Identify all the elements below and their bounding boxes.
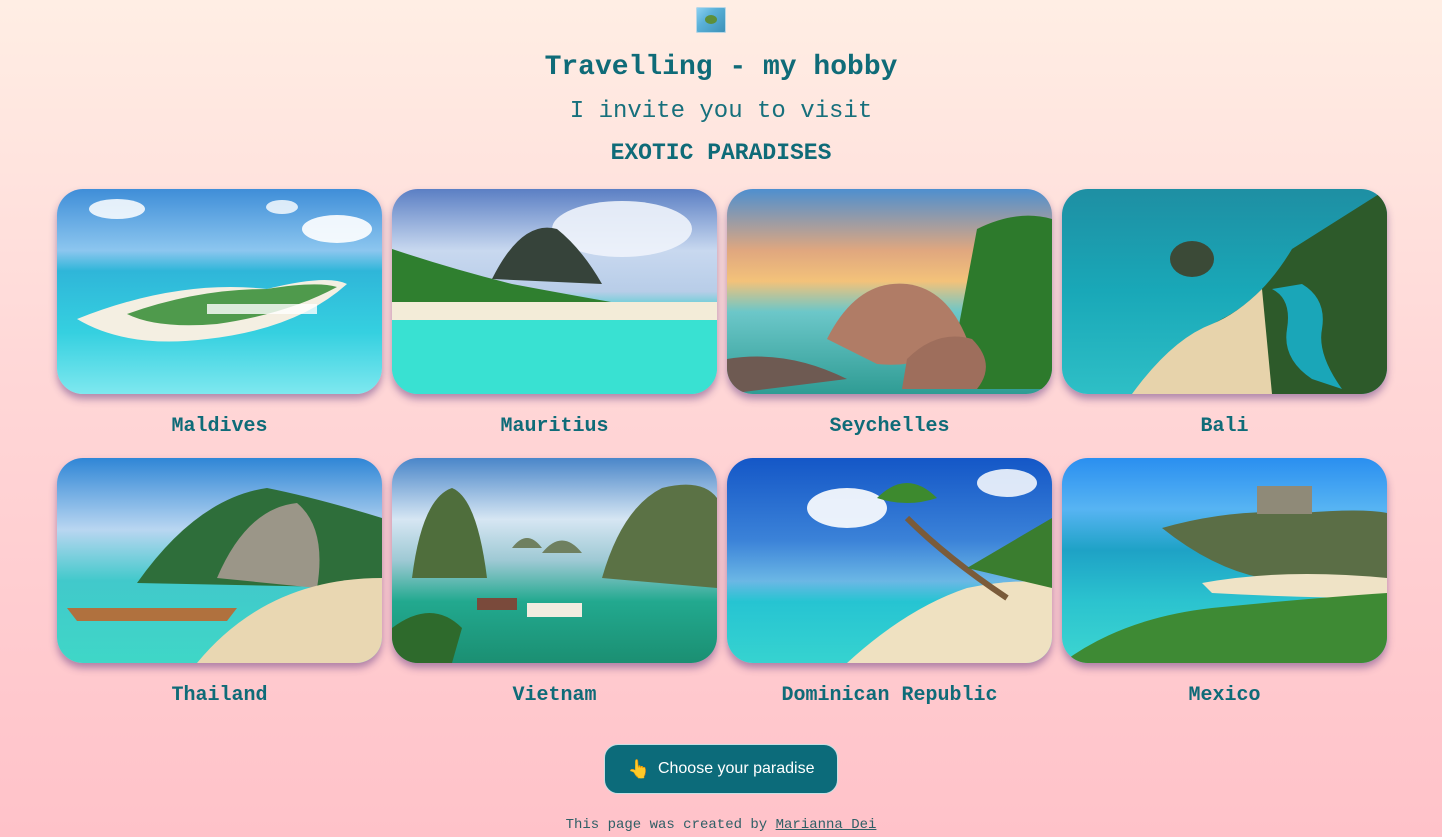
footer: This page was created by Marianna Dei — [0, 817, 1442, 833]
globe-logo-icon — [696, 7, 726, 33]
page-title: Travelling - my hobby — [544, 52, 898, 83]
destination-name: Maldives — [171, 415, 268, 438]
footer-text: This page was created by — [565, 817, 768, 833]
destination-name: Vietnam — [512, 684, 597, 707]
vietnam-photo[interactable] — [392, 458, 717, 663]
author-link[interactable]: Marianna Dei — [776, 817, 877, 833]
destination-card-maldives[interactable]: Maldives — [57, 189, 382, 458]
destination-card-bali[interactable]: Bali — [1062, 189, 1387, 458]
destination-name: Seychelles — [829, 415, 950, 438]
dominican-republic-photo[interactable] — [727, 458, 1052, 663]
destination-card-seychelles[interactable]: Seychelles — [727, 189, 1052, 458]
destination-name: Mexico — [1188, 684, 1261, 707]
seychelles-photo[interactable] — [727, 189, 1052, 394]
destination-card-vietnam[interactable]: Vietnam — [392, 458, 717, 727]
page-subtitle: I invite you to visit — [569, 98, 873, 125]
destinations-grid: Maldives Mauritius Seychelles Bali Thail… — [57, 189, 1387, 727]
destination-card-dominican-republic[interactable]: Dominican Republic — [727, 458, 1052, 727]
destination-name: Bali — [1200, 415, 1249, 438]
destination-name: Thailand — [171, 684, 268, 707]
thailand-photo[interactable] — [57, 458, 382, 663]
choose-paradise-button[interactable]: 👆 Choose your paradise — [604, 744, 838, 794]
page-highlight: EXOTIC PARADISES — [610, 140, 832, 166]
mauritius-photo[interactable] — [392, 189, 717, 394]
mexico-photo[interactable] — [1062, 458, 1387, 663]
bali-photo[interactable] — [1062, 189, 1387, 394]
choose-paradise-label: Choose your paradise — [657, 760, 815, 777]
destination-card-thailand[interactable]: Thailand — [57, 458, 382, 727]
destination-name: Dominican Republic — [781, 684, 998, 707]
destination-card-mauritius[interactable]: Mauritius — [392, 189, 717, 458]
destination-name: Mauritius — [500, 415, 609, 438]
maldives-photo[interactable] — [57, 189, 382, 394]
destination-card-mexico[interactable]: Mexico — [1062, 458, 1387, 727]
pointing-hand-icon: 👆 — [627, 758, 650, 779]
